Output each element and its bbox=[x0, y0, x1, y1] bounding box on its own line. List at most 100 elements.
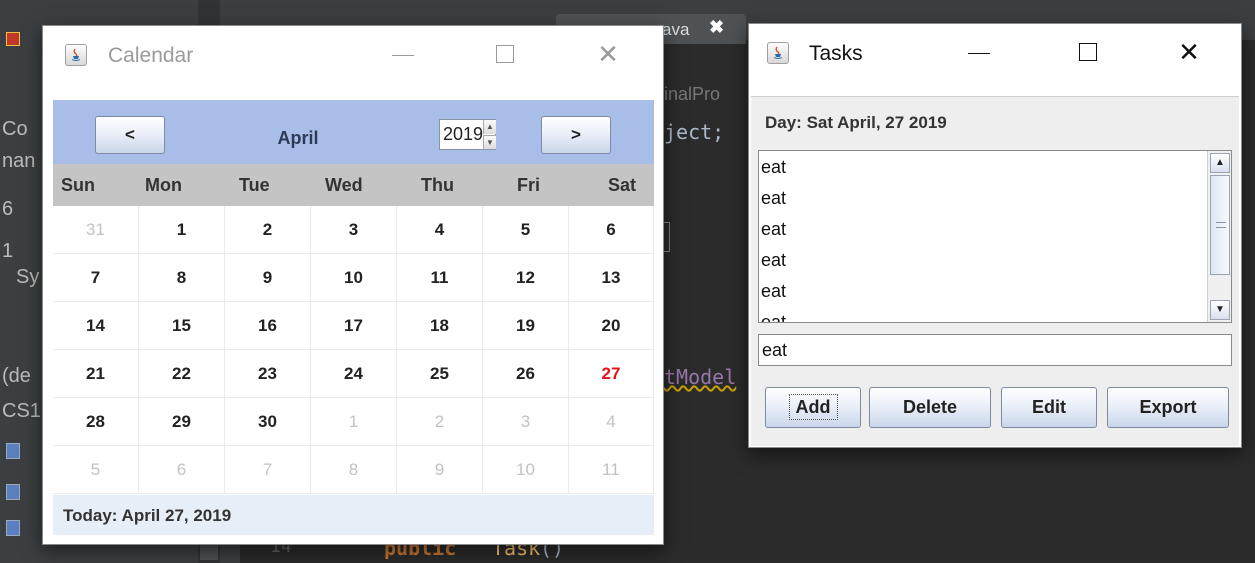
list-item[interactable]: eat bbox=[761, 188, 786, 209]
add-button-label: Add bbox=[788, 394, 838, 420]
export-button[interactable]: Export bbox=[1107, 387, 1229, 428]
year-value[interactable]: 2019 bbox=[443, 124, 483, 145]
add-button[interactable]: Add bbox=[765, 387, 861, 428]
list-item[interactable]: eat bbox=[761, 281, 786, 302]
close-icon[interactable]: ✕ bbox=[1172, 36, 1206, 70]
year-spinner[interactable]: 2019 ▲ ▼ bbox=[439, 119, 496, 150]
weekday-label: Tue bbox=[239, 175, 270, 195]
calendar-panel: < April 2019 ▲ ▼ > Sun Mon Tue Wed Thu Fri Sat… bbox=[53, 100, 654, 535]
tab-close-icon[interactable]: ✖ bbox=[709, 17, 724, 38]
day-cell[interactable]: 26 bbox=[483, 350, 569, 398]
minimize-icon[interactable] bbox=[386, 38, 420, 72]
editor-tab-label: ava bbox=[662, 20, 690, 39]
close-icon[interactable]: ✕ bbox=[591, 38, 625, 72]
day-cell[interactable]: 24 bbox=[311, 350, 397, 398]
explorer-fragment: Sy bbox=[16, 266, 40, 288]
day-cell[interactable]: 29 bbox=[139, 398, 225, 446]
tasks-window-title: Tasks bbox=[809, 42, 863, 65]
list-item[interactable]: eat bbox=[761, 312, 786, 322]
prev-month-button[interactable]: < bbox=[95, 116, 165, 154]
maximize-icon[interactable] bbox=[1071, 36, 1105, 70]
day-cell[interactable]: 14 bbox=[53, 302, 139, 350]
weekday-header: Sun Mon Tue Wed Thu Fri Sat bbox=[53, 164, 654, 206]
day-cell[interactable]: 21 bbox=[53, 350, 139, 398]
day-cell[interactable]: 20 bbox=[569, 302, 654, 350]
day-cell[interactable]: 9 bbox=[397, 446, 483, 494]
maximize-icon[interactable] bbox=[488, 38, 522, 72]
explorer-fragment: (de bbox=[2, 365, 31, 387]
day-cell[interactable]: 6 bbox=[569, 206, 654, 254]
day-cell[interactable]: 23 bbox=[225, 350, 311, 398]
day-cell[interactable]: 6 bbox=[139, 446, 225, 494]
day-cell[interactable]: 9 bbox=[225, 254, 311, 302]
list-item[interactable]: eat bbox=[761, 250, 786, 271]
list-item[interactable]: eat bbox=[761, 219, 786, 240]
day-cell[interactable]: 1 bbox=[139, 206, 225, 254]
day-cell[interactable]: 15 bbox=[139, 302, 225, 350]
task-list-scrollbar[interactable]: ▲ ▼ bbox=[1207, 151, 1231, 322]
weekday-label: Sun bbox=[61, 175, 95, 195]
scrollbar-thumb[interactable] bbox=[1210, 175, 1230, 275]
scroll-up-icon[interactable]: ▲ bbox=[1210, 153, 1230, 173]
explorer-fragment: 6 bbox=[2, 198, 14, 220]
scroll-down-icon[interactable]: ▼ bbox=[1210, 300, 1230, 320]
day-cell-today[interactable]: 27 bbox=[569, 350, 654, 398]
code-fragment: ject; bbox=[664, 120, 725, 144]
java-file-icon[interactable] bbox=[6, 484, 20, 500]
day-cell[interactable]: 2 bbox=[225, 206, 311, 254]
edit-button[interactable]: Edit bbox=[1001, 387, 1097, 428]
day-cell[interactable]: 1 bbox=[311, 398, 397, 446]
explorer-fragment: 1 bbox=[2, 240, 14, 262]
day-cell[interactable]: 31 bbox=[53, 206, 139, 254]
tasks-window: Tasks ✕ Day: Sat April, 27 2019 eat eat … bbox=[748, 23, 1242, 448]
day-cell[interactable]: 18 bbox=[397, 302, 483, 350]
day-cell[interactable]: 8 bbox=[139, 254, 225, 302]
task-list[interactable]: eat eat eat eat eat eat ▲ ▼ bbox=[758, 150, 1232, 323]
day-cell[interactable]: 4 bbox=[569, 398, 654, 446]
list-item[interactable]: eat bbox=[761, 157, 786, 178]
code-fragment: tModel bbox=[664, 365, 737, 389]
day-cell[interactable]: 4 bbox=[397, 206, 483, 254]
day-cell[interactable]: 13 bbox=[569, 254, 654, 302]
day-cell[interactable]: 5 bbox=[483, 206, 569, 254]
task-input[interactable] bbox=[758, 334, 1232, 366]
day-cell[interactable]: 17 bbox=[311, 302, 397, 350]
java-app-icon bbox=[65, 44, 87, 66]
spinner-down-icon[interactable]: ▼ bbox=[483, 135, 496, 149]
delete-button[interactable]: Delete bbox=[869, 387, 991, 428]
day-cell[interactable]: 25 bbox=[397, 350, 483, 398]
calendar-titlebar[interactable]: Calendar ✕ bbox=[43, 26, 663, 88]
today-footer: Today: April 27, 2019 bbox=[53, 495, 654, 535]
day-cell[interactable]: 11 bbox=[397, 254, 483, 302]
tasks-titlebar[interactable]: Tasks ✕ bbox=[749, 24, 1241, 86]
weekday-label: Wed bbox=[325, 175, 363, 195]
next-month-button[interactable]: > bbox=[541, 116, 611, 154]
day-cell[interactable]: 11 bbox=[569, 446, 654, 494]
weekday-label: Thu bbox=[421, 175, 454, 195]
day-cell[interactable]: 2 bbox=[397, 398, 483, 446]
day-cell[interactable]: 8 bbox=[311, 446, 397, 494]
day-cell[interactable]: 12 bbox=[483, 254, 569, 302]
weekday-label: Mon bbox=[145, 175, 182, 195]
day-cell[interactable]: 7 bbox=[225, 446, 311, 494]
java-file-icon[interactable] bbox=[6, 443, 20, 459]
day-cell[interactable]: 28 bbox=[53, 398, 139, 446]
spinner-up-icon[interactable]: ▲ bbox=[483, 120, 496, 134]
grip-icon bbox=[1216, 222, 1226, 228]
java-file-icon[interactable] bbox=[6, 520, 20, 536]
day-cell[interactable]: 5 bbox=[53, 446, 139, 494]
day-label: Day: Sat April, 27 2019 bbox=[765, 113, 947, 132]
day-cell[interactable]: 10 bbox=[311, 254, 397, 302]
day-cell[interactable]: 3 bbox=[311, 206, 397, 254]
calendar-window-title: Calendar bbox=[108, 44, 194, 67]
day-cell[interactable]: 30 bbox=[225, 398, 311, 446]
day-cell[interactable]: 3 bbox=[483, 398, 569, 446]
calendar-header: < April 2019 ▲ ▼ > bbox=[53, 100, 654, 164]
minimize-icon[interactable] bbox=[962, 36, 996, 70]
day-cell[interactable]: 22 bbox=[139, 350, 225, 398]
day-cell[interactable]: 16 bbox=[225, 302, 311, 350]
day-cell[interactable]: 10 bbox=[483, 446, 569, 494]
day-cell[interactable]: 19 bbox=[483, 302, 569, 350]
explorer-fragment: CS1 bbox=[2, 400, 41, 422]
day-cell[interactable]: 7 bbox=[53, 254, 139, 302]
